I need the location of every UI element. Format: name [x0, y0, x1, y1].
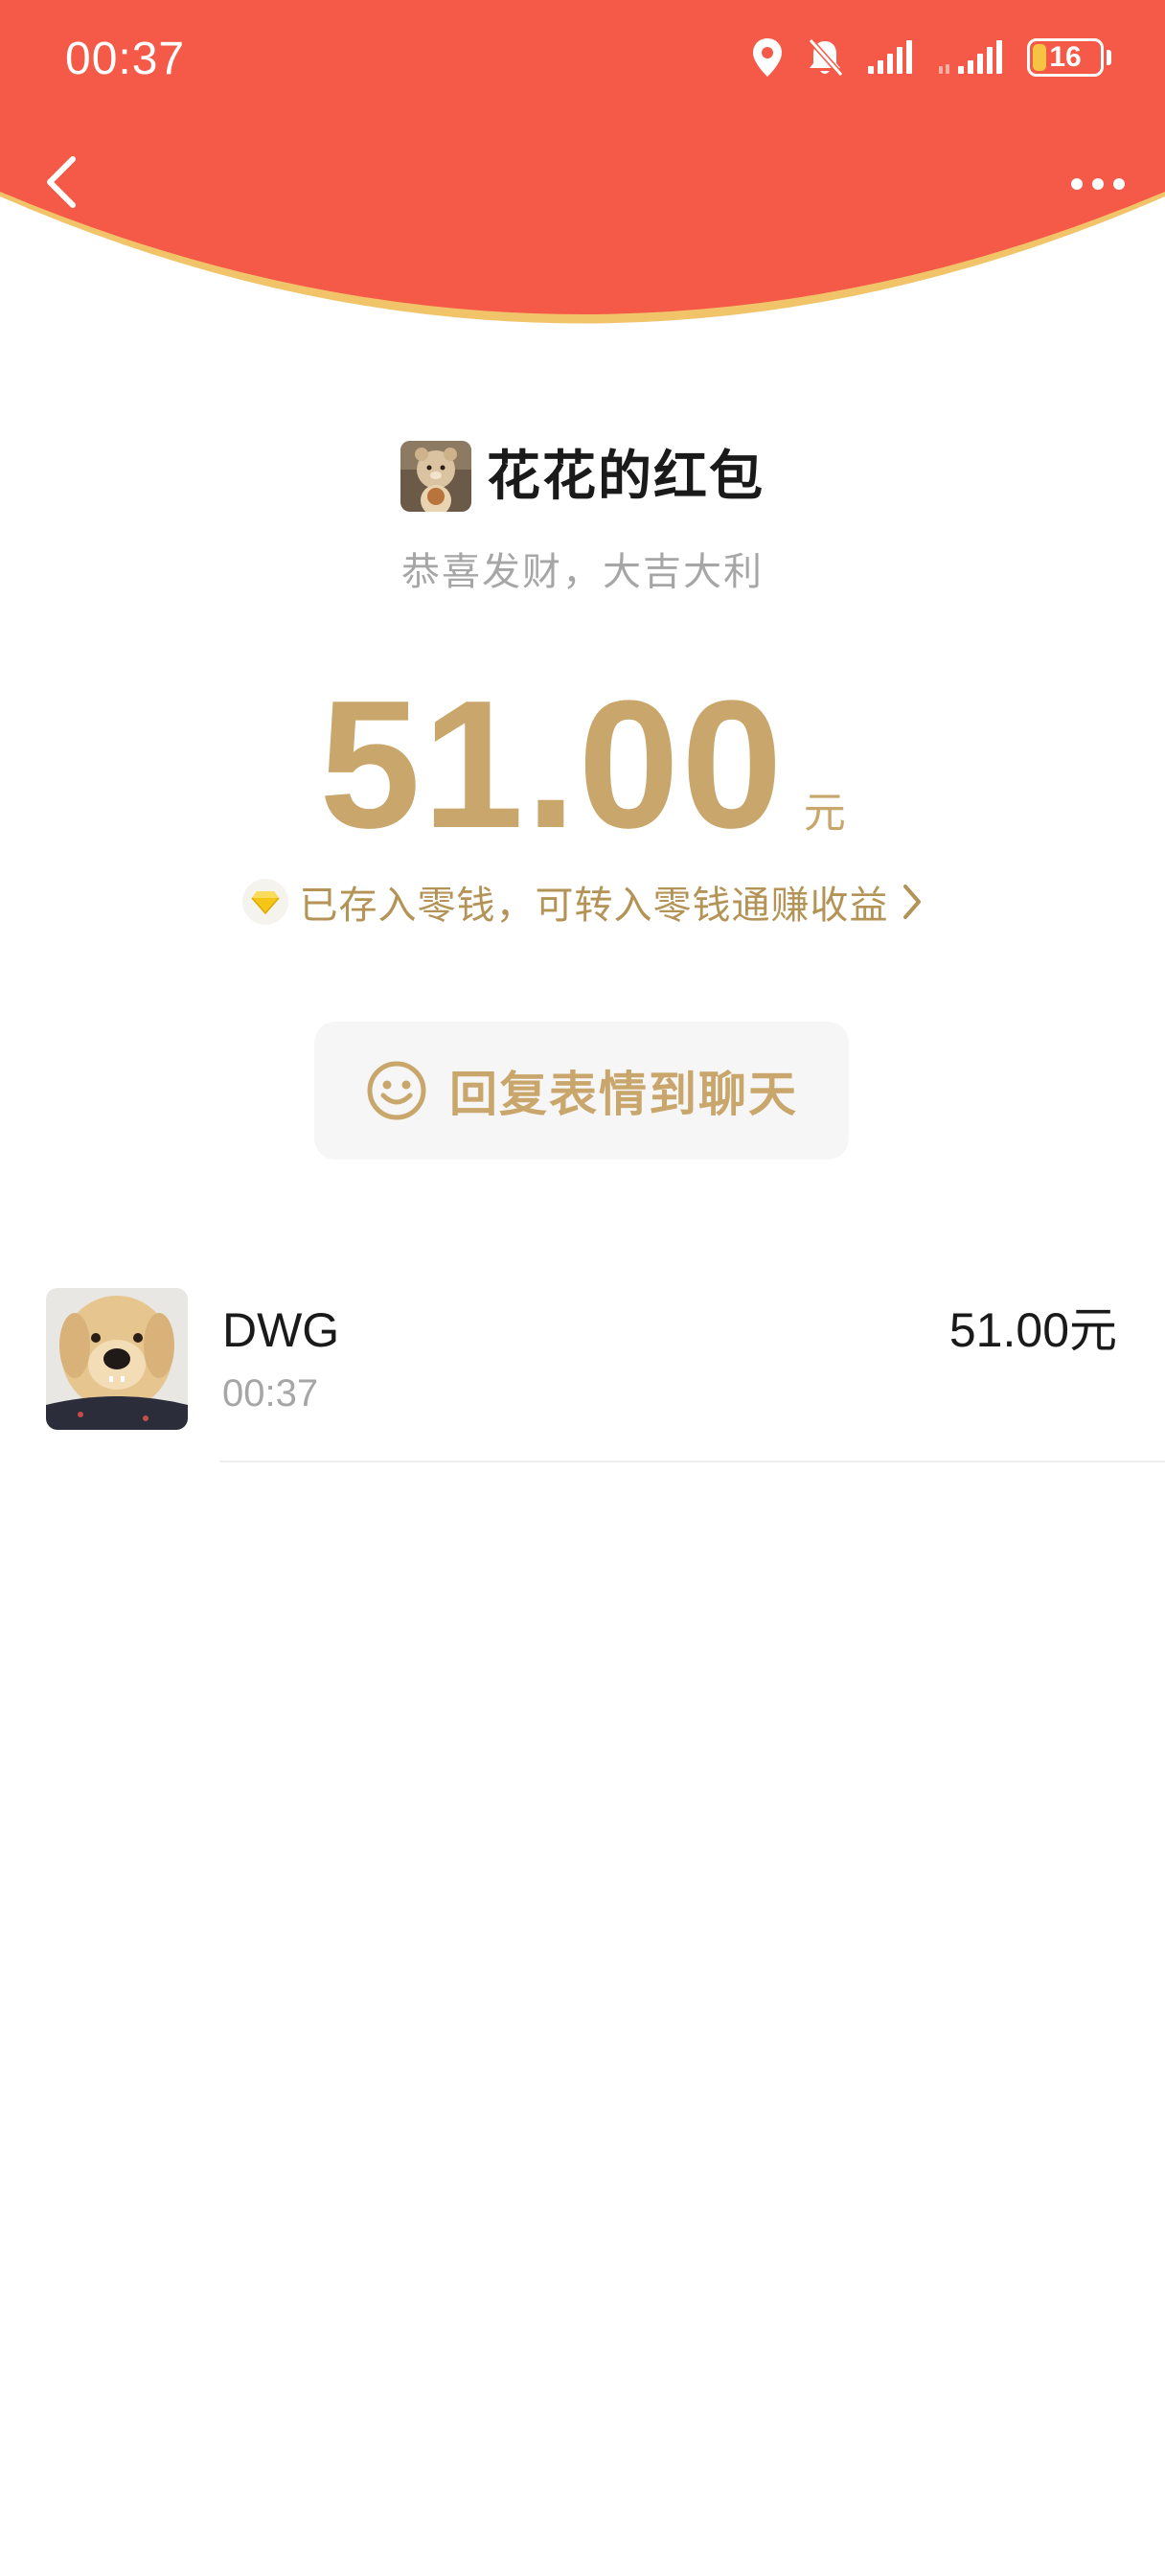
red-packet-detail-screen: 00:37 16 花花的红包 恭喜发财，大吉大利 51.00 元 已存入零钱，可… — [0, 0, 1165, 2576]
receiver-name: DWG — [222, 1303, 340, 1357]
wallet-note-link[interactable]: 已存入零钱，可转入零钱通赚收益 — [0, 874, 1165, 930]
chevron-left-icon — [47, 156, 76, 208]
reply-emoji-label: 回复表情到聊天 — [449, 1068, 798, 1121]
wallet-note-text: 已存入零钱，可转入零钱通赚收益 — [299, 885, 889, 927]
status-icons: 16 — [751, 33, 1111, 82]
more-button[interactable] — [1060, 153, 1136, 215]
sender-avatar[interactable] — [400, 441, 471, 512]
receiver-amount: 51.00元 — [948, 1303, 1117, 1357]
battery-icon: 16 — [1027, 38, 1111, 77]
location-icon — [753, 38, 782, 77]
list-item[interactable]: DWG 00:37 51.00元 — [0, 1284, 1165, 1464]
chevron-right-icon — [902, 885, 921, 919]
diamond-icon — [241, 879, 288, 925]
sender-row: 花花的红包 — [0, 441, 1165, 512]
signal-icon — [868, 40, 912, 74]
list-divider — [220, 1460, 1165, 1462]
smiley-icon — [367, 1061, 426, 1120]
receiver-time: 00:37 — [222, 1372, 319, 1414]
sender-name: 花花的红包 — [487, 446, 765, 506]
more-dots-icon — [1071, 178, 1125, 190]
back-button[interactable] — [25, 146, 98, 218]
battery-fill — [1033, 44, 1046, 71]
signal-icon — [939, 40, 1002, 74]
amount-value: 51.00 — [319, 663, 785, 866]
status-time: 00:37 — [65, 34, 186, 84]
receiver-avatar[interactable] — [46, 1288, 188, 1430]
battery-level: 16 — [1049, 41, 1082, 73]
bell-muted-icon — [808, 38, 844, 77]
amount-row: 51.00 元 — [0, 669, 1165, 861]
reply-emoji-button[interactable]: 回复表情到聊天 — [314, 1022, 849, 1160]
battery-cap — [1107, 50, 1111, 65]
greeting-text: 恭喜发财，大吉大利 — [401, 551, 764, 593]
amount-unit: 元 — [803, 790, 846, 837]
battery-indicator: 16 — [1027, 38, 1104, 77]
